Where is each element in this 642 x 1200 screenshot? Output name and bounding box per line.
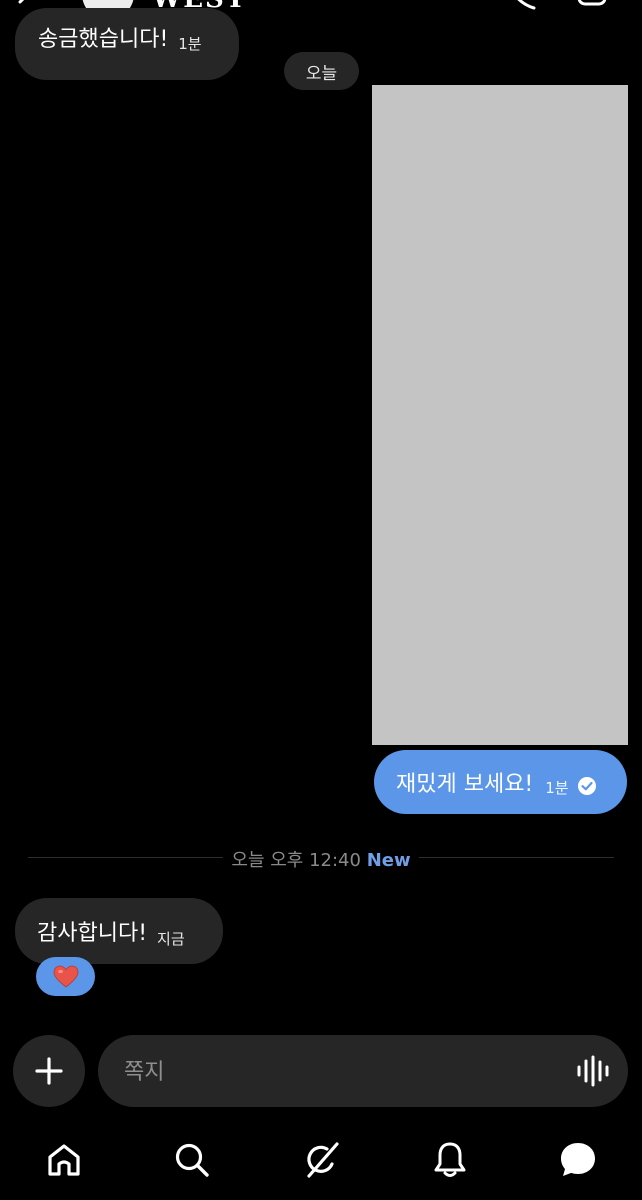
reaction-badge[interactable]: [36, 957, 95, 996]
check-circle-icon: [577, 777, 596, 795]
nav-messages[interactable]: [556, 1138, 600, 1182]
plus-icon: [35, 1057, 63, 1085]
nav-notifications[interactable]: [428, 1138, 472, 1182]
voice-message-button[interactable]: [576, 1055, 610, 1087]
message-input[interactable]: [122, 1035, 546, 1109]
heart-icon: [53, 965, 78, 988]
phone-icon: [517, 0, 536, 10]
voice-wave-icon: [577, 1055, 609, 1087]
message-time: 1분: [178, 34, 202, 53]
new-badge: New: [366, 850, 411, 871]
message-text: 재밌게 보세요!: [396, 772, 534, 797]
search-icon: [175, 1143, 209, 1177]
outgoing-message[interactable]: 재밌게 보세요! 1분: [374, 750, 627, 814]
add-attachment-button[interactable]: [13, 1035, 85, 1107]
video-camera-icon: [577, 0, 607, 6]
nav-grok[interactable]: [299, 1138, 343, 1182]
shared-image[interactable]: [372, 85, 628, 745]
nav-search[interactable]: [170, 1138, 214, 1182]
incoming-message[interactable]: 송금했습니다! 1분: [15, 8, 239, 80]
call-button[interactable]: [500, 0, 540, 14]
divider-timestamp: 오늘 오후 12:40: [231, 850, 361, 871]
message-time: 지금: [157, 929, 185, 948]
new-messages-divider: 오늘 오후 12:40 New: [0, 846, 642, 872]
video-call-button[interactable]: [576, 0, 620, 10]
chat-icon: [561, 1143, 595, 1176]
home-icon: [48, 1144, 80, 1176]
message-text: 송금했습니다!: [38, 27, 169, 52]
grok-icon: [307, 1142, 339, 1178]
incoming-message[interactable]: 감사합니다! 지금: [15, 898, 223, 964]
nav-home[interactable]: [42, 1138, 86, 1182]
message-time: 1분: [545, 778, 569, 797]
bell-icon: [434, 1142, 466, 1177]
message-composer[interactable]: [98, 1035, 628, 1109]
message-text: 감사합니다!: [37, 921, 148, 946]
date-chip: 오늘: [284, 52, 359, 90]
